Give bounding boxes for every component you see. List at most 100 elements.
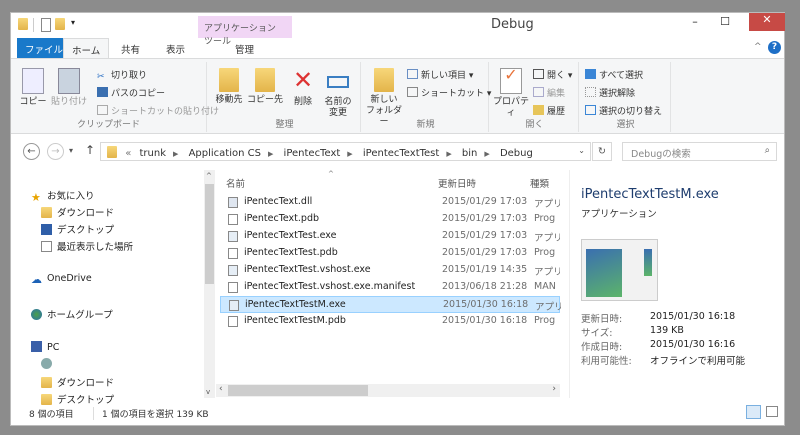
nav-favorites[interactable]: ★ お気に入り xyxy=(31,188,95,203)
crumb[interactable]: iPentecText xyxy=(284,148,341,159)
group-label: 新規 xyxy=(416,120,435,130)
file-row[interactable]: iPentecTextTestM.exe 2015/01/30 16:18 アプ… xyxy=(220,296,561,313)
group-label: 選択 xyxy=(616,120,635,130)
exe-file-icon xyxy=(228,231,238,242)
file-row[interactable]: iPentecText.dll 2015/01/29 17:03 アプリ xyxy=(220,194,560,211)
move-to-button[interactable]: 移動先 xyxy=(213,68,245,106)
file-name: iPentecTextTestM.pdb xyxy=(244,315,346,326)
collapse-ribbon-icon[interactable]: ^ xyxy=(754,42,762,52)
customize-quick-access-icon[interactable]: ▾ xyxy=(71,18,75,27)
copy-button[interactable]: コピー xyxy=(17,68,49,108)
select-none-button[interactable]: 選択解除 xyxy=(585,86,635,99)
copy-path-button[interactable]: パスのコピー xyxy=(97,86,165,99)
horizontal-scrollbar[interactable]: ‹ › xyxy=(216,384,560,397)
pdb-file-icon xyxy=(228,214,238,225)
invert-selection-button[interactable]: 選択の切り替え xyxy=(585,104,662,117)
sort-ascending-icon: ^ xyxy=(328,170,334,178)
pdb-file-icon xyxy=(228,248,238,259)
back-button[interactable]: ← xyxy=(23,143,40,160)
open-button[interactable]: 開く ▾ xyxy=(533,68,572,81)
crumb[interactable]: Debug xyxy=(500,148,533,159)
details-view-icon[interactable] xyxy=(746,405,761,419)
nav-desktop[interactable]: デスクトップ xyxy=(41,222,114,236)
search-input[interactable]: Debugの検索 ⌕ xyxy=(622,142,777,161)
paste-shortcut-button[interactable]: ショートカットの貼り付け xyxy=(97,104,219,117)
copy-to-button[interactable]: コピー先 xyxy=(247,68,283,106)
crumb[interactable]: bin xyxy=(462,148,477,159)
tab-manage[interactable]: 管理 xyxy=(227,38,262,58)
recent-locations-icon[interactable]: ▾ xyxy=(69,146,73,155)
file-row[interactable]: iPentecTextTest.pdb 2015/01/29 17:03 Pro… xyxy=(220,245,560,262)
close-button[interactable]: ✕ xyxy=(749,13,785,31)
up-button[interactable]: ↑ xyxy=(85,143,95,157)
new-folder-icon[interactable] xyxy=(55,18,65,30)
select-all-button[interactable]: すべて選択 xyxy=(585,68,643,81)
crumb[interactable]: Application CS xyxy=(189,148,261,159)
nav-downloads[interactable]: ダウンロード xyxy=(41,205,114,219)
homegroup-icon xyxy=(31,309,42,320)
properties-button[interactable]: ✓ プロパティ xyxy=(491,67,531,119)
help-icon[interactable]: ? xyxy=(768,41,781,54)
file-list: 名前 ^ 更新日時 種類 iPentecText.dll 2015/01/29 … xyxy=(216,170,561,398)
tab-home[interactable]: ホーム xyxy=(63,38,110,58)
label: 作成日時: xyxy=(581,342,623,353)
user-icon xyxy=(41,358,52,369)
file-type: アプリ xyxy=(535,302,561,313)
address-dropdown-icon[interactable]: ⌄ xyxy=(578,146,585,155)
file-date: 2015/01/30 16:18 xyxy=(442,315,528,326)
forward-button[interactable]: → xyxy=(47,143,64,160)
file-name: iPentecTextTestM.exe xyxy=(245,299,346,310)
tab-view[interactable]: 表示 xyxy=(158,38,193,58)
details-pane: iPentecTextTestM.exe アプリケーション 更新日時: 2015… xyxy=(569,170,784,398)
divider xyxy=(33,18,34,32)
file-row[interactable]: iPentecTextTest.vshost.exe 2015/01/19 14… xyxy=(220,262,560,279)
nav-onedrive[interactable]: ☁ OneDrive xyxy=(31,273,92,285)
nav-pc-downloads[interactable]: ダウンロード xyxy=(41,375,114,389)
folder-icon[interactable] xyxy=(18,18,28,30)
nav-recent[interactable]: 最近表示した場所 xyxy=(41,239,133,253)
file-name: iPentecText.pdb xyxy=(244,213,320,224)
cut-button[interactable]: ✂ 切り取り xyxy=(97,68,147,82)
large-icons-view-icon[interactable] xyxy=(766,406,778,417)
desktop-icon xyxy=(41,224,52,235)
overflow-crumb[interactable]: « xyxy=(125,148,131,159)
label: 更新日時: xyxy=(581,314,623,325)
file-type: MAN xyxy=(534,281,556,292)
nav-scrollbar[interactable]: ^ v xyxy=(204,170,215,398)
group-label: 開く xyxy=(525,120,544,130)
rename-button[interactable]: 名前の 変更 xyxy=(321,68,355,119)
file-row[interactable]: iPentecTextTest.vshost.exe.manifest 2013… xyxy=(220,279,560,296)
scissors-icon: ✂ xyxy=(97,72,105,82)
group-new: 新しい フォルダー 新しい項目 ▾ ショートカット ▾ 新規 xyxy=(363,62,491,132)
edit-button[interactable]: 編集 xyxy=(533,86,565,99)
minimize-button[interactable]: – xyxy=(681,15,709,33)
group-clipboard: コピー 貼り付け ✂ 切り取り パスのコピー ショートカットの貼り付け クリップボ… xyxy=(11,62,219,132)
nav-homegroup[interactable]: ホームグループ xyxy=(31,307,113,321)
history-button[interactable]: 履歴 xyxy=(533,104,565,117)
group-select: すべて選択 選択解除 選択の切り替え 選択 xyxy=(581,62,671,132)
new-item-button[interactable]: 新しい項目 ▾ xyxy=(407,68,473,81)
exe-file-icon xyxy=(229,300,239,311)
properties-icon[interactable] xyxy=(41,18,51,32)
column-date[interactable]: 更新日時 xyxy=(438,176,476,190)
pc-icon xyxy=(31,341,42,352)
nav-pc[interactable]: PC xyxy=(31,341,59,353)
delete-button[interactable]: ✕ 削除 xyxy=(289,68,317,108)
file-row[interactable]: iPentecTextTestM.pdb 2015/01/30 16:18 Pr… xyxy=(220,313,560,330)
address-bar[interactable]: « trunk ▶ Application CS ▶ iPentecText ▶ iP… xyxy=(100,142,591,161)
file-type: アプリ xyxy=(534,233,560,244)
crumb[interactable]: trunk xyxy=(140,148,167,159)
column-name[interactable]: 名前 xyxy=(226,176,245,190)
file-row[interactable]: iPentecText.pdb 2015/01/29 17:03 Prog xyxy=(220,211,560,228)
maximize-button[interactable]: ☐ xyxy=(711,15,739,33)
column-type[interactable]: 種類 xyxy=(530,176,549,190)
tab-share[interactable]: 共有 xyxy=(113,38,148,58)
crumb[interactable]: iPentecTextTest xyxy=(363,148,439,159)
nav-user[interactable] xyxy=(41,358,57,370)
paste-button[interactable]: 貼り付け xyxy=(51,68,87,108)
shortcut-button[interactable]: ショートカット ▾ xyxy=(407,86,491,99)
refresh-button[interactable]: ↻ xyxy=(592,142,612,161)
window-title: Debug xyxy=(491,17,534,32)
file-row[interactable]: iPentecTextTest.exe 2015/01/29 17:03 アプリ xyxy=(220,228,560,245)
status-bar: 8 個の項目 1 個の項目を選択 139 KB xyxy=(11,401,784,425)
